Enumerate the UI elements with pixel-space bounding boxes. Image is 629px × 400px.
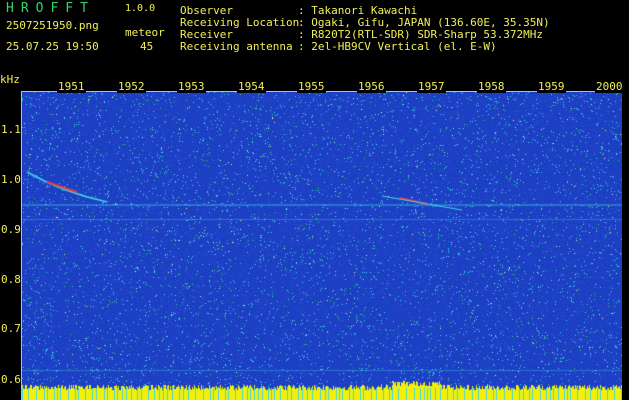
date-time: 25.07.25 19:50 (6, 40, 99, 53)
x-tick-label: 1959 (537, 80, 566, 93)
app-title: HROFFT (6, 1, 95, 16)
x-tick-label: 2000 (595, 80, 624, 93)
x-tick-label: 1956 (357, 80, 386, 93)
file-name: 2507251950.png (6, 19, 99, 32)
y-tick-label: 1.1 (1, 123, 21, 136)
x-tick-label: 1953 (177, 80, 206, 93)
meteor-count: 45 (140, 40, 154, 53)
info-key: Receiving antenna (180, 40, 293, 53)
y-tick-label: 1.0 (1, 173, 21, 186)
x-tick-label: 1957 (417, 80, 446, 93)
meteor-label: meteor (125, 26, 165, 39)
info-antenna: Receiving antenna : 2el-HB9CV Vertical (e… (180, 41, 497, 53)
info-value: : 2el-HB9CV Vertical (el. E-W) (298, 40, 497, 53)
y-axis-unit: kHz (0, 73, 20, 86)
y-tick-label: 0.9 (1, 223, 21, 236)
spectrogram (22, 92, 622, 400)
y-tick-label: 0.6 (1, 373, 21, 386)
y-tick-label: 0.8 (1, 273, 21, 286)
x-tick-label: 1954 (237, 80, 266, 93)
app-version: 1.0.0 (125, 3, 156, 14)
x-tick-label: 1951 (57, 80, 86, 93)
spectrogram-canvas (22, 92, 622, 400)
x-tick-label: 1952 (117, 80, 146, 93)
x-tick-label: 1955 (297, 80, 326, 93)
y-tick-label: 0.7 (1, 322, 21, 335)
x-tick-label: 1958 (477, 80, 506, 93)
